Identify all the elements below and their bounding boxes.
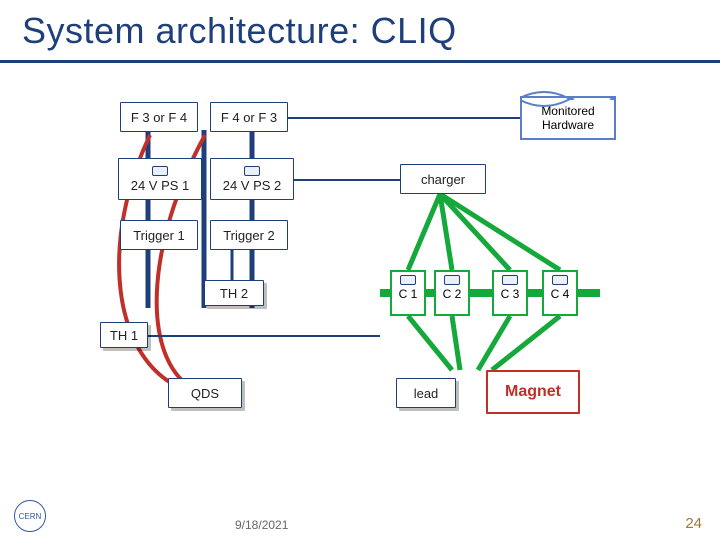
wave-icon bbox=[520, 98, 616, 108]
node-magnet: Magnet bbox=[486, 370, 580, 414]
ps1-label: 24 V PS 1 bbox=[131, 178, 190, 193]
node-24v-ps-2: 24 V PS 2 bbox=[210, 158, 294, 200]
c1-label: C 1 bbox=[399, 287, 418, 301]
node-th-2: TH 2 bbox=[204, 280, 264, 306]
c4-label: C 4 bbox=[551, 287, 570, 301]
node-c2: C 2 bbox=[434, 270, 470, 316]
node-th-1: TH 1 bbox=[100, 322, 148, 348]
footer-date: 9/18/2021 bbox=[235, 518, 288, 532]
monitored-label: Monitored Hardware bbox=[541, 104, 594, 132]
magnet-label: Magnet bbox=[505, 383, 561, 401]
node-24v-ps-1: 24 V PS 1 bbox=[118, 158, 202, 200]
node-c4: C 4 bbox=[542, 270, 578, 316]
node-f3-or-f4: F 3 or F 4 bbox=[120, 102, 198, 132]
node-charger: charger bbox=[400, 164, 486, 194]
chip-icon bbox=[444, 275, 460, 285]
node-trigger-1: Trigger 1 bbox=[120, 220, 198, 250]
node-trigger-2: Trigger 2 bbox=[210, 220, 288, 250]
node-monitored-hardware: Monitored Hardware bbox=[520, 96, 616, 140]
c3-label: C 3 bbox=[501, 287, 520, 301]
node-lead: lead bbox=[396, 378, 456, 408]
chip-icon bbox=[502, 275, 518, 285]
c2-label: C 2 bbox=[443, 287, 462, 301]
chip-icon bbox=[152, 166, 168, 176]
node-c1: C 1 bbox=[390, 270, 426, 316]
node-c3: C 3 bbox=[492, 270, 528, 316]
chip-icon bbox=[244, 166, 260, 176]
node-qds: QDS bbox=[168, 378, 242, 408]
architecture-diagram: F 3 or F 4 F 4 or F 3 24 V PS 1 24 V PS … bbox=[0, 70, 720, 490]
slide-title: System architecture: CLIQ bbox=[22, 10, 457, 52]
chip-icon bbox=[552, 275, 568, 285]
node-f4-or-f3: F 4 or F 3 bbox=[210, 102, 288, 132]
cern-logo: CERN bbox=[14, 500, 46, 532]
chip-icon bbox=[400, 275, 416, 285]
footer-page-number: 24 bbox=[685, 515, 702, 532]
ps2-label: 24 V PS 2 bbox=[223, 178, 282, 193]
title-underline bbox=[0, 60, 720, 63]
